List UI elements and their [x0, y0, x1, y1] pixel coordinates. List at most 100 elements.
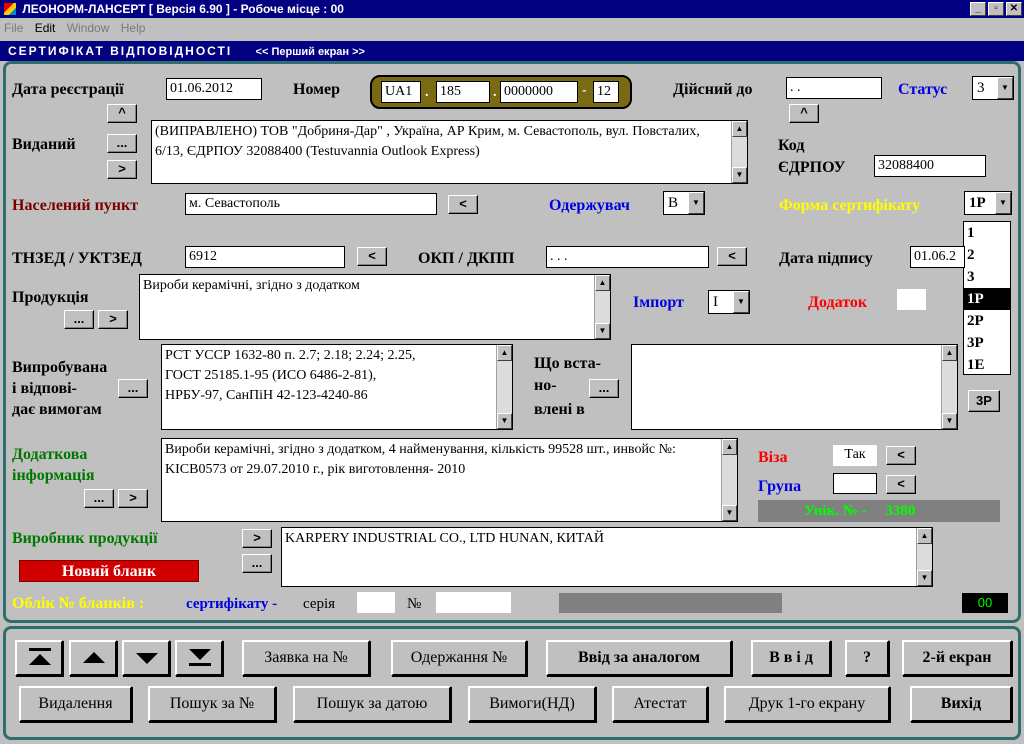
number-part-2[interactable]: 185 [436, 81, 490, 103]
visa-back-button[interactable]: < [886, 446, 916, 465]
chevron-down-icon[interactable]: ▼ [733, 291, 749, 313]
manufacturer-scrollbar[interactable]: ▲ ▼ [916, 528, 932, 586]
recipient-select[interactable]: В ▼ [663, 191, 705, 215]
receive-number-button[interactable]: Одержання № [391, 640, 527, 676]
menu-window[interactable]: Window [67, 21, 110, 35]
issued-next-button[interactable]: > [107, 160, 137, 179]
cert-form-option[interactable]: 1 [964, 222, 1010, 244]
cert-form-select[interactable]: 1Р ▼ [964, 191, 1012, 215]
search-by-date-button[interactable]: Пошук за датою [293, 686, 451, 722]
scroll-up-icon[interactable]: ▲ [917, 528, 932, 544]
scroll-up-icon[interactable]: ▲ [595, 275, 610, 291]
established-memo[interactable]: ▲ ▼ [631, 344, 958, 430]
series-field[interactable] [357, 592, 395, 613]
scroll-up-icon[interactable]: ▲ [942, 345, 957, 361]
last-record-button[interactable] [175, 640, 223, 676]
number-part-4[interactable]: 12 [593, 81, 619, 103]
number-part-1[interactable]: UA1 [381, 81, 421, 103]
scroll-up-icon[interactable]: ▲ [722, 439, 737, 455]
blank-number-field[interactable] [436, 592, 511, 613]
window-titlebar: ЛЕОНОРМ-ЛАНСЕРТ [ Версія 6.90 ] - Робоче… [0, 0, 1024, 18]
scroll-up-icon[interactable]: ▲ [497, 345, 512, 361]
established-scrollbar[interactable]: ▲ ▼ [941, 345, 957, 429]
issued-memo[interactable]: (ВИПРАВЛЕНО) ТОВ "Добриня-Дар" , Україна… [151, 120, 748, 184]
reg-date-up-button[interactable]: ^ [107, 104, 137, 123]
locality-field[interactable]: м. Севастополь [185, 193, 437, 215]
scroll-down-icon[interactable]: ▼ [942, 413, 957, 429]
cert-form-option[interactable]: 3 [964, 266, 1010, 288]
product-next-button[interactable]: > [98, 310, 128, 329]
extra-info-next-button[interactable]: > [118, 489, 148, 508]
enter-button[interactable]: В в і д [751, 640, 831, 676]
established-label-line1: Що вста- [534, 355, 601, 372]
scroll-up-icon[interactable]: ▲ [732, 121, 747, 137]
locality-back-button[interactable]: < [448, 195, 478, 214]
established-lookup-button[interactable]: ... [589, 379, 619, 398]
request-number-button[interactable]: Заявка на № [242, 640, 370, 676]
attestation-button[interactable]: Атестат [612, 686, 708, 722]
menu-file[interactable]: File [4, 21, 23, 35]
menu-edit[interactable]: Edit [35, 21, 56, 35]
chevron-down-icon[interactable]: ▼ [997, 77, 1013, 99]
scroll-down-icon[interactable]: ▼ [595, 323, 610, 339]
enter-by-analog-button[interactable]: Ввід за аналогом [546, 640, 732, 676]
product-scrollbar[interactable]: ▲ ▼ [594, 275, 610, 339]
scroll-down-icon[interactable]: ▼ [732, 167, 747, 183]
valid-until-field[interactable]: . . [786, 77, 882, 99]
number-part-3[interactable]: 0000000 [500, 81, 578, 103]
cert-form-option-selected[interactable]: 1Р [964, 288, 1010, 310]
scroll-down-icon[interactable]: ▼ [497, 413, 512, 429]
print-first-screen-button[interactable]: Друк 1-го екрану [724, 686, 890, 722]
new-blank-button[interactable]: Новий бланк [19, 560, 199, 582]
help-button[interactable]: ? [845, 640, 889, 676]
exit-button[interactable]: Вихід [910, 686, 1012, 722]
menu-help[interactable]: Help [121, 21, 146, 35]
prev-record-button[interactable] [69, 640, 117, 676]
cert-form-option[interactable]: 2 [964, 244, 1010, 266]
product-memo[interactable]: Вироби керамічні, згідно з додатком ▲ ▼ [139, 274, 611, 340]
manufacturer-lookup-button[interactable]: ... [242, 554, 272, 573]
maximize-icon[interactable]: ▫ [988, 2, 1004, 16]
sign-date-field[interactable]: 01.06.2 [910, 246, 965, 268]
edrpou-field[interactable]: 32088400 [874, 155, 986, 177]
cert-form-option[interactable]: 3Р [964, 332, 1010, 354]
scroll-down-icon[interactable]: ▼ [917, 570, 932, 586]
extra-info-lookup-button[interactable]: ... [84, 489, 114, 508]
status-select[interactable]: 3 ▼ [972, 76, 1014, 100]
addendum-field[interactable] [897, 289, 926, 310]
group-back-button[interactable]: < [886, 475, 916, 494]
visa-field[interactable]: Так [833, 445, 877, 466]
second-screen-button[interactable]: 2-й екран [902, 640, 1012, 676]
cert-form-option[interactable]: 1Е [964, 354, 1010, 376]
close-icon[interactable]: ✕ [1006, 2, 1022, 16]
import-select[interactable]: І ▼ [708, 290, 750, 314]
tested-memo[interactable]: РСТ УССР 1632-80 п. 2.7; 2.18; 2.24; 2.2… [161, 344, 513, 430]
group-field[interactable] [833, 473, 877, 494]
issued-lookup-button[interactable]: ... [107, 134, 137, 153]
okp-field[interactable]: . . . [546, 246, 709, 268]
product-lookup-button[interactable]: ... [64, 310, 94, 329]
minimize-icon[interactable]: _ [970, 2, 986, 16]
extra-info-memo[interactable]: Вироби керамічні, згідно з додатком, 4 н… [161, 438, 738, 522]
extra-info-scrollbar[interactable]: ▲ ▼ [721, 439, 737, 521]
tnzed-back-button[interactable]: < [357, 247, 387, 266]
cert-form-option[interactable]: 2Р [964, 310, 1010, 332]
reg-date-field[interactable]: 01.06.2012 [166, 78, 262, 100]
scroll-down-icon[interactable]: ▼ [722, 505, 737, 521]
tested-lookup-button[interactable]: ... [118, 379, 148, 398]
valid-until-up-button[interactable]: ^ [789, 104, 819, 123]
form-3p-button[interactable]: 3Р [968, 390, 1000, 412]
next-record-button[interactable] [122, 640, 170, 676]
manufacturer-next-button[interactable]: > [242, 529, 272, 548]
tnzed-field[interactable]: 6912 [185, 246, 345, 268]
tested-scrollbar[interactable]: ▲ ▼ [496, 345, 512, 429]
search-by-number-button[interactable]: Пошук за № [148, 686, 276, 722]
chevron-down-icon[interactable]: ▼ [688, 192, 704, 214]
first-record-button[interactable] [15, 640, 63, 676]
okp-back-button[interactable]: < [717, 247, 747, 266]
manufacturer-memo[interactable]: KARPERY INDUSTRIAL CO., LTD HUNAN, КИТАЙ… [281, 527, 933, 587]
delete-button[interactable]: Видалення [19, 686, 132, 722]
issued-scrollbar[interactable]: ▲ ▼ [731, 121, 747, 183]
requirements-button[interactable]: Вимоги(НД) [468, 686, 596, 722]
chevron-down-icon[interactable]: ▼ [995, 192, 1011, 214]
